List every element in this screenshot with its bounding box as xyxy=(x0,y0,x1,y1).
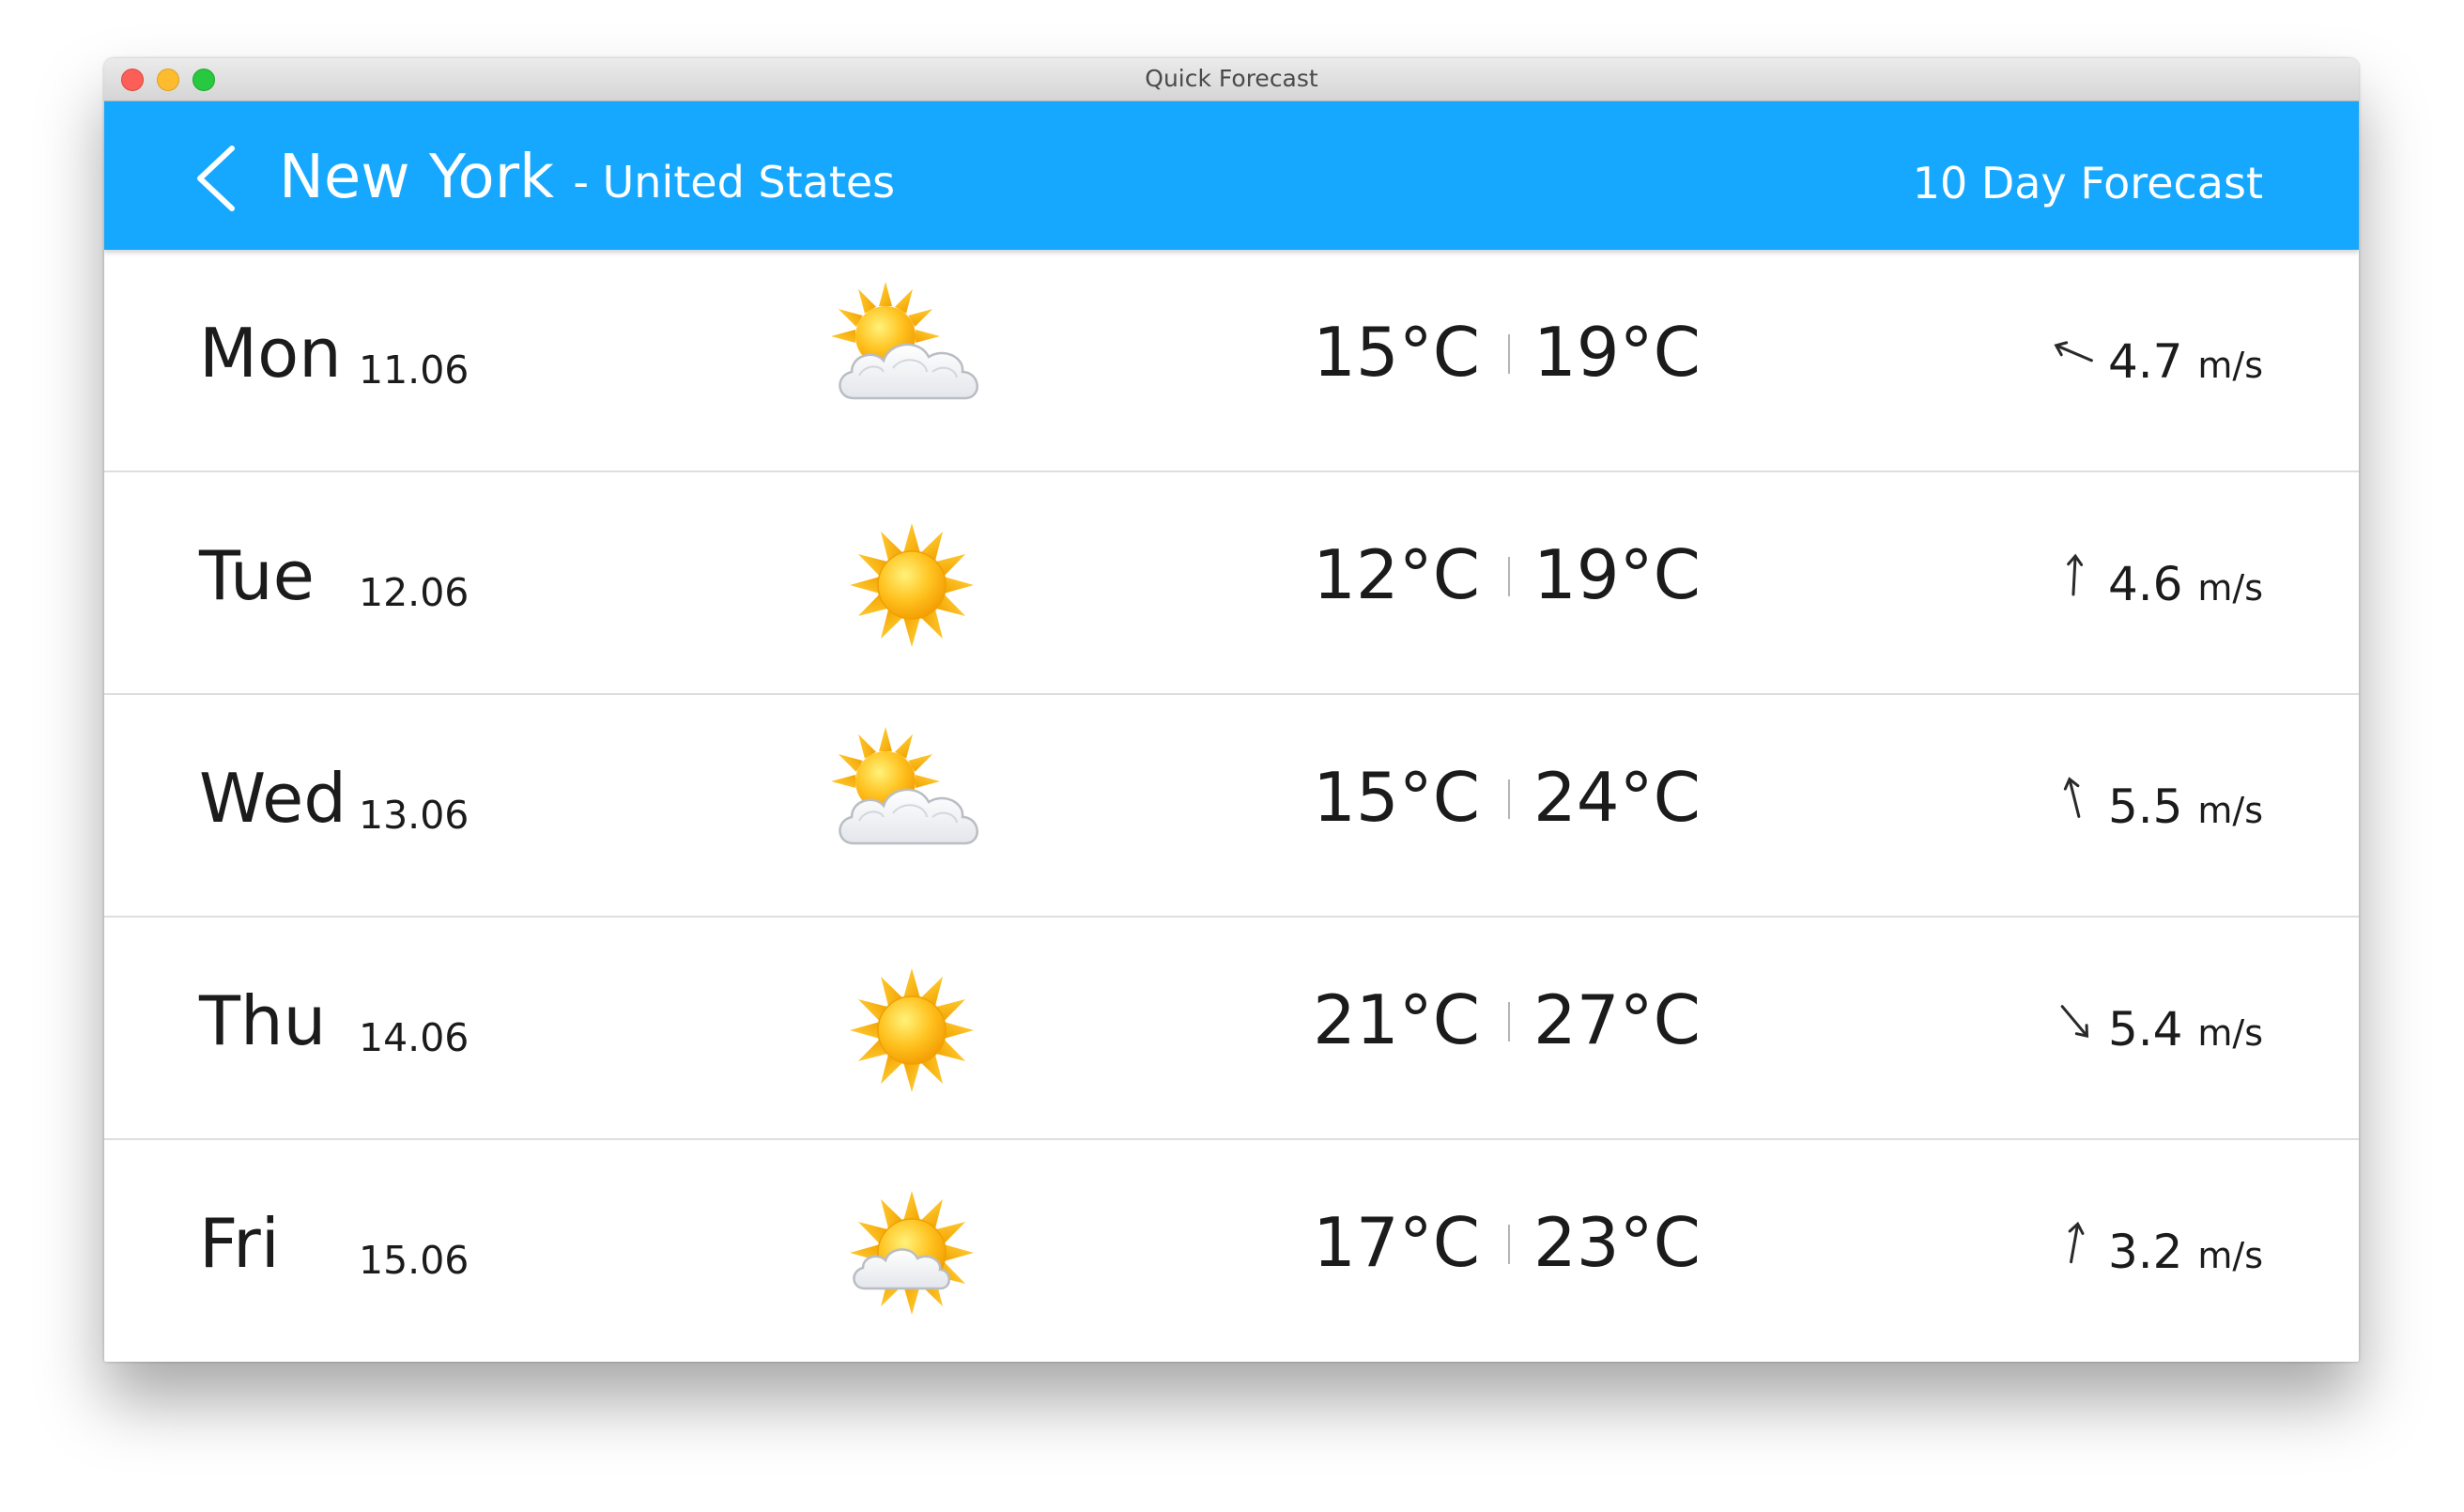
day-date: 13.06 xyxy=(359,793,470,838)
wind-speed-value: 4.6 xyxy=(2107,557,2183,611)
back-button[interactable] xyxy=(189,145,254,212)
day-name: Mon xyxy=(199,314,342,393)
temp-divider xyxy=(1508,557,1510,596)
day-date: 15.06 xyxy=(359,1238,470,1283)
app-header: New York - United States 10 Day Forecast xyxy=(104,101,2359,250)
wind-speed-unit: m/s xyxy=(2197,1235,2263,1276)
ten-day-forecast-link[interactable]: 10 Day Forecast xyxy=(1913,158,2263,208)
wind-direction-arrow-icon xyxy=(2067,553,2084,596)
sunny-icon xyxy=(850,523,974,647)
forecast-row[interactable]: Tue 12.06 12°C 19°C 4.6 m/s xyxy=(104,472,2359,695)
temp-divider xyxy=(1508,334,1510,374)
app-window: Quick Forecast New York - United States … xyxy=(104,58,2359,1362)
temp-low: 21°C xyxy=(1313,980,1480,1059)
wind-speed: 3.2 m/s xyxy=(2108,1228,2263,1275)
city-name: New York xyxy=(279,143,555,212)
wind-speed-value: 5.5 xyxy=(2107,779,2183,834)
wind-speed-unit: m/s xyxy=(2197,567,2263,609)
partly-cloudy-icon xyxy=(831,727,978,845)
temp-high: 24°C xyxy=(1533,758,1701,837)
forecast-row[interactable]: Fri 15.06 17°C 23°C 3.2 m/s xyxy=(104,1140,2359,1362)
wind-direction-arrow-icon xyxy=(2063,777,2081,818)
day-name: Tue xyxy=(199,536,315,615)
temp-high: 19°C xyxy=(1533,313,1701,392)
wind-speed-unit: m/s xyxy=(2197,1012,2263,1054)
country-name: - United States xyxy=(573,157,896,208)
wind-speed-value: 3.2 xyxy=(2107,1225,2183,1279)
location-title: New York - United States xyxy=(279,143,895,212)
temp-divider xyxy=(1508,1002,1510,1041)
day-name: Wed xyxy=(199,759,346,838)
forecast-row[interactable]: Mon 11.06 15°C 19°C 4.7 m/s xyxy=(104,250,2359,472)
temp-low: 12°C xyxy=(1313,535,1480,614)
chevron-left-icon xyxy=(197,146,235,211)
day-date: 11.06 xyxy=(359,347,470,393)
wind-direction-arrow-icon xyxy=(2068,1221,2085,1264)
day-date: 12.06 xyxy=(359,570,470,615)
wind-direction-arrow-icon xyxy=(2060,1005,2089,1038)
temp-high: 23°C xyxy=(1533,1203,1701,1282)
temp-low: 15°C xyxy=(1313,758,1480,837)
title-bar: Quick Forecast xyxy=(104,58,2359,101)
mostly-sunny-icon xyxy=(850,1191,974,1315)
day-date: 14.06 xyxy=(359,1015,470,1060)
wind-speed-unit: m/s xyxy=(2197,790,2263,831)
temp-divider xyxy=(1508,1225,1510,1264)
wind-speed: 4.7 m/s xyxy=(2108,338,2263,385)
temp-divider xyxy=(1508,779,1510,819)
temp-high: 19°C xyxy=(1533,535,1701,614)
wind-speed-value: 5.4 xyxy=(2107,1002,2183,1057)
temp-low: 17°C xyxy=(1313,1203,1480,1282)
forecast-row[interactable]: Thu 14.06 21°C 27°C 5.4 m/s xyxy=(104,918,2359,1140)
wind-speed-unit: m/s xyxy=(2197,345,2263,386)
day-name: Thu xyxy=(199,981,327,1060)
wind-speed: 5.5 m/s xyxy=(2108,783,2263,830)
day-name: Fri xyxy=(199,1204,280,1283)
partly-cloudy-icon xyxy=(831,282,978,400)
wind-direction-arrow-icon xyxy=(2054,341,2093,363)
window-title: Quick Forecast xyxy=(1145,65,1318,92)
wind-speed: 4.6 m/s xyxy=(2108,561,2263,608)
temp-high: 27°C xyxy=(1533,980,1701,1059)
wind-speed: 5.4 m/s xyxy=(2108,1006,2263,1053)
forecast-list: Mon 11.06 15°C 19°C 4.7 m/s Tue 12.06 12… xyxy=(104,250,2359,1362)
temp-low: 15°C xyxy=(1313,313,1480,392)
forecast-row[interactable]: Wed 13.06 15°C 24°C 5.5 m/s xyxy=(104,695,2359,918)
sunny-icon xyxy=(850,968,974,1092)
wind-speed-value: 4.7 xyxy=(2107,334,2183,389)
